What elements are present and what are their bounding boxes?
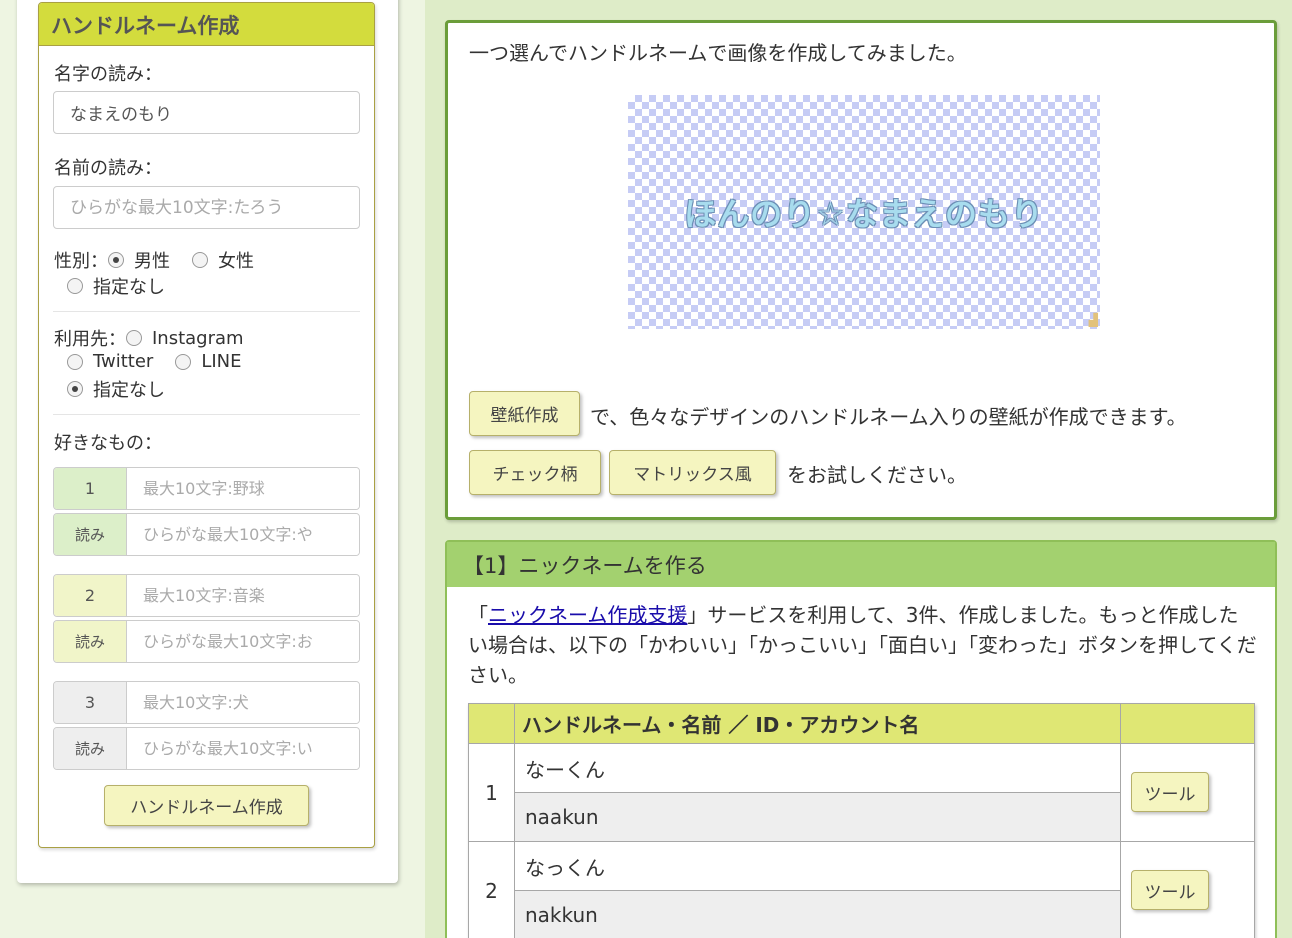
row-romaji: naakun: [514, 792, 1121, 842]
header-num: [468, 703, 515, 744]
try-text: をお試しください。: [787, 463, 967, 487]
like-1-yomi-group: 読み: [53, 513, 360, 556]
like-2-group: 2: [53, 574, 360, 617]
name-input[interactable]: [53, 186, 360, 229]
usage-option-instagram: Instagram: [152, 327, 244, 349]
like-1-index: 1: [54, 468, 127, 509]
like-2-input[interactable]: [127, 575, 359, 616]
matrix-style-button[interactable]: マトリックス風: [609, 450, 776, 495]
usage-radio-none[interactable]: [67, 381, 83, 397]
intro-box: 一つ選んでハンドルネームで画像を作成してみました。 ほんのり☆なまえのもり ▟ …: [445, 20, 1277, 520]
nickname-support-link[interactable]: ニックネーム作成支援: [488, 603, 687, 627]
usage-option-none: 指定なし: [93, 380, 165, 401]
divider: [53, 414, 360, 415]
wallpaper-text: で、色々なデザインのハンドルネーム入りの壁紙が作成できます。: [590, 405, 1187, 429]
usage-option-twitter: Twitter: [93, 351, 154, 372]
gender-row-2: 指定なし: [67, 273, 165, 299]
corner-mark-icon: ▟: [1088, 313, 1098, 327]
gender-radio-female[interactable]: [192, 252, 208, 268]
section-heading: 【1】ニックネームを作る: [447, 542, 1275, 587]
surname-label: 名字の読み：: [54, 64, 162, 85]
results-table: ハンドルネーム・名前 ／ ID・アカウント名 1 なーくん ツール naakun…: [468, 703, 1255, 938]
usage-row: 利用先： Instagram: [54, 325, 244, 351]
like-3-yomi-input[interactable]: [127, 728, 359, 769]
table-header-row: ハンドルネーム・名前 ／ ID・アカウント名: [468, 703, 1255, 744]
row-num: 2: [468, 841, 515, 938]
like-3-index: 3: [54, 682, 127, 723]
like-3-yomi-group: 読み: [53, 727, 360, 770]
gender-option-none: 指定なし: [93, 277, 165, 298]
name-label: 名前の読み：: [54, 158, 162, 179]
usage-row-3: 指定なし: [67, 376, 165, 402]
header-tool: [1120, 703, 1255, 744]
usage-radio-twitter[interactable]: [67, 353, 83, 370]
check-pattern-button[interactable]: チェック柄: [469, 450, 601, 495]
usage-label: 利用先：: [54, 329, 126, 350]
like-2-yomi-label: 読み: [54, 621, 127, 662]
wallpaper-button[interactable]: 壁紙作成: [469, 391, 580, 436]
header-name: ハンドルネーム・名前 ／ ID・アカウント名: [514, 703, 1121, 744]
table-row: 2 なっくん ツール: [468, 841, 1255, 938]
gender-option-female: 女性: [218, 251, 254, 272]
like-3-input[interactable]: [127, 682, 359, 723]
form-title: ハンドルネーム作成: [39, 3, 374, 46]
tool-button[interactable]: ツール: [1131, 870, 1209, 910]
like-1-input[interactable]: [127, 468, 359, 509]
usage-radio-instagram[interactable]: [126, 330, 142, 346]
handle-preview-image[interactable]: ほんのり☆なまえのもり ▟: [628, 95, 1100, 329]
usage-option-line: LINE: [201, 351, 242, 372]
handle-form-panel: ハンドルネーム作成 名字の読み： 名前の読み： 性別： 男性 女性 指定なし 利…: [38, 2, 375, 848]
like-2-index: 2: [54, 575, 127, 616]
like-3-yomi-label: 読み: [54, 728, 127, 769]
tool-button[interactable]: ツール: [1131, 772, 1209, 812]
row-romaji: nakkun: [514, 890, 1121, 938]
surname-input[interactable]: [53, 91, 360, 134]
row-num: 1: [468, 743, 515, 842]
intro-text: 一つ選んでハンドルネームで画像を作成してみました。: [469, 41, 967, 65]
row-name: なっくん: [514, 841, 1121, 891]
like-2-yomi-input[interactable]: [127, 621, 359, 662]
gender-radio-male[interactable]: [108, 252, 124, 268]
table-row: 1 なーくん ツール: [468, 743, 1255, 842]
preview-text: ほんのり☆なまえのもり: [684, 195, 1044, 233]
usage-radio-line[interactable]: [175, 353, 192, 370]
like-1-group: 1: [53, 467, 360, 510]
like-2-yomi-group: 読み: [53, 620, 360, 663]
usage-row-2: Twitter LINE: [67, 351, 242, 372]
like-3-group: 3: [53, 681, 360, 724]
gender-row: 性別： 男性 女性: [54, 247, 254, 273]
row-tool-cell: ツール: [1120, 743, 1255, 842]
gender-label: 性別：: [54, 251, 108, 272]
gender-option-male: 男性: [134, 251, 170, 272]
likes-label: 好きなもの：: [54, 433, 162, 454]
create-handle-button[interactable]: ハンドルネーム作成: [104, 785, 309, 826]
section-description: 「ニックネーム作成支援」サービスを利用して、3件、作成しました。もっと作成したい…: [468, 600, 1258, 690]
nickname-section: 【1】ニックネームを作る 「ニックネーム作成支援」サービスを利用して、3件、作成…: [445, 540, 1277, 938]
gender-radio-none[interactable]: [67, 278, 83, 294]
row-name: なーくん: [514, 743, 1121, 793]
row-tool-cell: ツール: [1120, 841, 1255, 938]
desc-prefix: 「: [468, 603, 488, 627]
like-1-yomi-label: 読み: [54, 514, 127, 555]
like-1-yomi-input[interactable]: [127, 514, 359, 555]
divider: [53, 311, 360, 312]
